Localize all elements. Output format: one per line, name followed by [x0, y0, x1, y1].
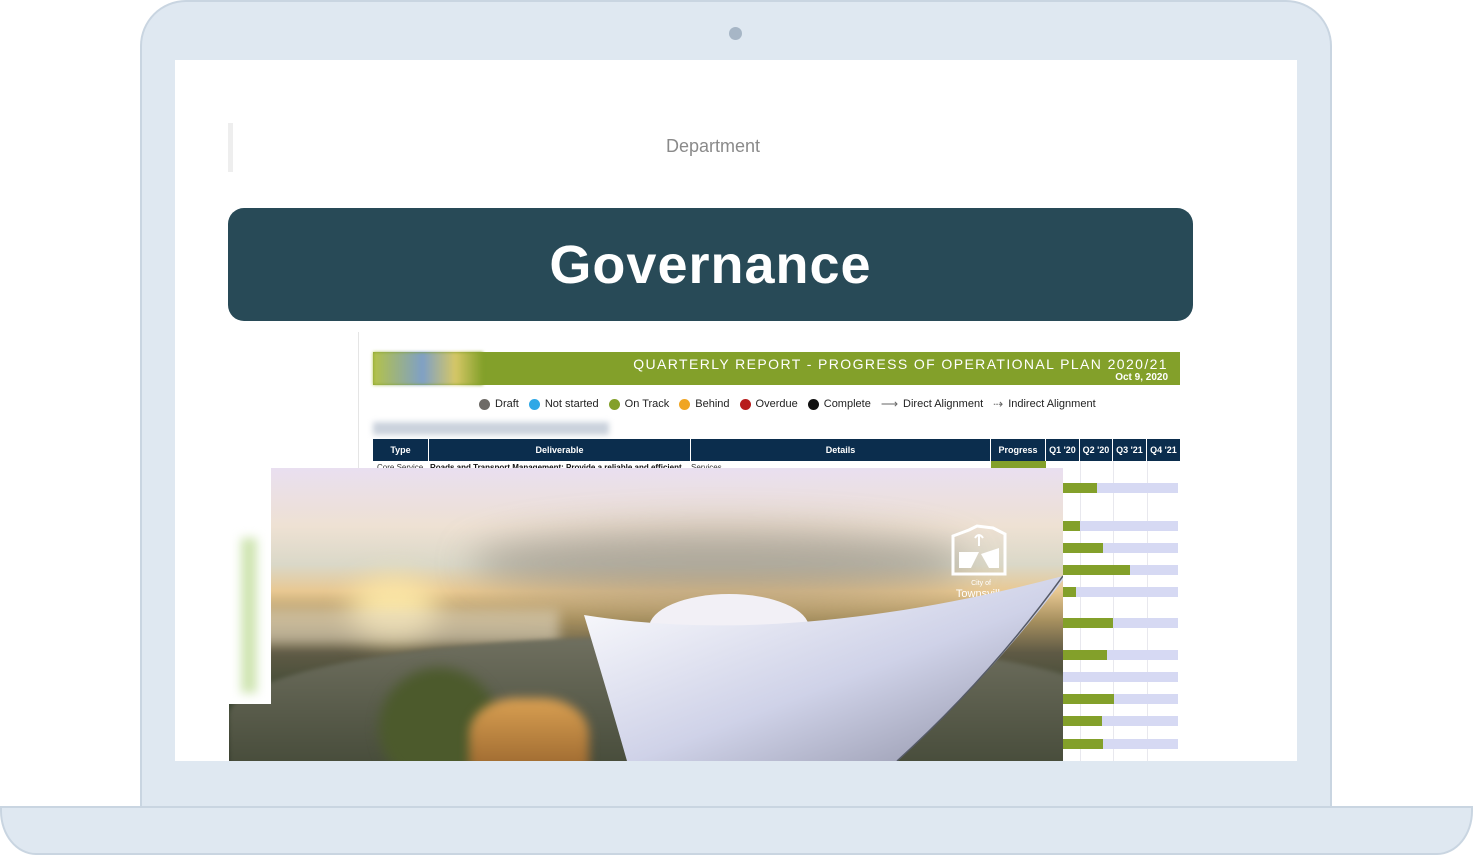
report-thumbnail — [373, 352, 483, 385]
column-q3-21: Q3 '21 — [1113, 439, 1147, 461]
progress-bar-track — [1047, 650, 1178, 660]
department-banner[interactable]: Governance — [228, 208, 1193, 321]
column-deliverable: Deliverable — [429, 439, 691, 461]
camera-icon — [729, 27, 742, 40]
column-progress: Progress — [991, 439, 1046, 461]
legend-item: ⇢ Indirect Alignment — [993, 398, 1096, 410]
progress-bar-track — [1047, 565, 1178, 575]
cover-document: City of Townsville — [229, 468, 1063, 761]
progress-bar-track — [1047, 543, 1178, 553]
column-details: Details — [691, 439, 991, 461]
laptop-screen: Department Governance QUARTERLY REPORT -… — [175, 60, 1297, 761]
legend-label: Draft — [495, 398, 519, 410]
progress-bar-track — [1047, 672, 1178, 682]
legend-label: Not started — [544, 398, 599, 410]
legend-item: Draft — [479, 398, 519, 410]
status-dot-icon — [528, 398, 540, 410]
banner-title: Governance — [549, 234, 872, 295]
progress-bar-track — [1047, 716, 1178, 726]
legend-item: ⟶ Direct Alignment — [881, 398, 983, 410]
status-dot-icon — [739, 398, 751, 410]
column-q4-21: Q4 '21 — [1150, 445, 1177, 455]
legend-label: Indirect Alignment — [1008, 398, 1096, 410]
column-q2-20: Q2 '20 — [1080, 439, 1113, 461]
legend-item: Overdue — [739, 398, 798, 410]
status-legend: Draft Not started On Track Behind Overdue Com… — [479, 396, 1096, 412]
legend-label: Complete — [823, 398, 871, 410]
report-date: Oct 9, 2020 — [1115, 372, 1168, 383]
blurred-subtitle — [373, 422, 609, 435]
legend-label: On Track — [624, 398, 670, 410]
legend-label: Overdue — [755, 398, 798, 410]
progress-bar-track — [1047, 694, 1178, 704]
alignment-arrow-icon: ⟶ — [880, 397, 899, 411]
alignment-arrow-icon: ⇢ — [993, 397, 1004, 411]
progress-bar-track — [1047, 587, 1178, 597]
progress-bar-track — [1047, 739, 1178, 749]
status-dot-icon — [608, 398, 620, 410]
laptop-base — [0, 806, 1473, 855]
progress-bar-track — [1047, 521, 1178, 531]
status-dot-icon — [807, 398, 819, 410]
report-title: QUARTERLY REPORT - PROGRESS OF OPERATION… — [633, 356, 1168, 372]
curl-shape — [584, 576, 1063, 761]
report-header: QUARTERLY REPORT - PROGRESS OF OPERATION… — [373, 352, 1180, 385]
department-label: Department — [665, 136, 761, 156]
legend-item: Complete — [807, 398, 871, 410]
status-dot-icon — [479, 398, 490, 410]
legend-item: Behind — [679, 398, 730, 410]
column-q1-20: Q1 '20 — [1046, 439, 1080, 461]
legend-label: Direct Alignment — [903, 398, 984, 410]
legend-item: Not started — [528, 398, 599, 410]
page-curl — [584, 575, 1063, 761]
legend-item: On Track — [608, 398, 670, 410]
status-dot-icon — [679, 398, 691, 410]
progress-bar-track — [1047, 483, 1178, 493]
selection-bar — [228, 123, 233, 172]
legend-label: Behind — [695, 398, 730, 410]
column-type: Type — [373, 439, 429, 461]
progress-bar-track — [1047, 618, 1178, 628]
table-header: Type Deliverable Details Progress Q1 '20… — [373, 439, 1180, 461]
